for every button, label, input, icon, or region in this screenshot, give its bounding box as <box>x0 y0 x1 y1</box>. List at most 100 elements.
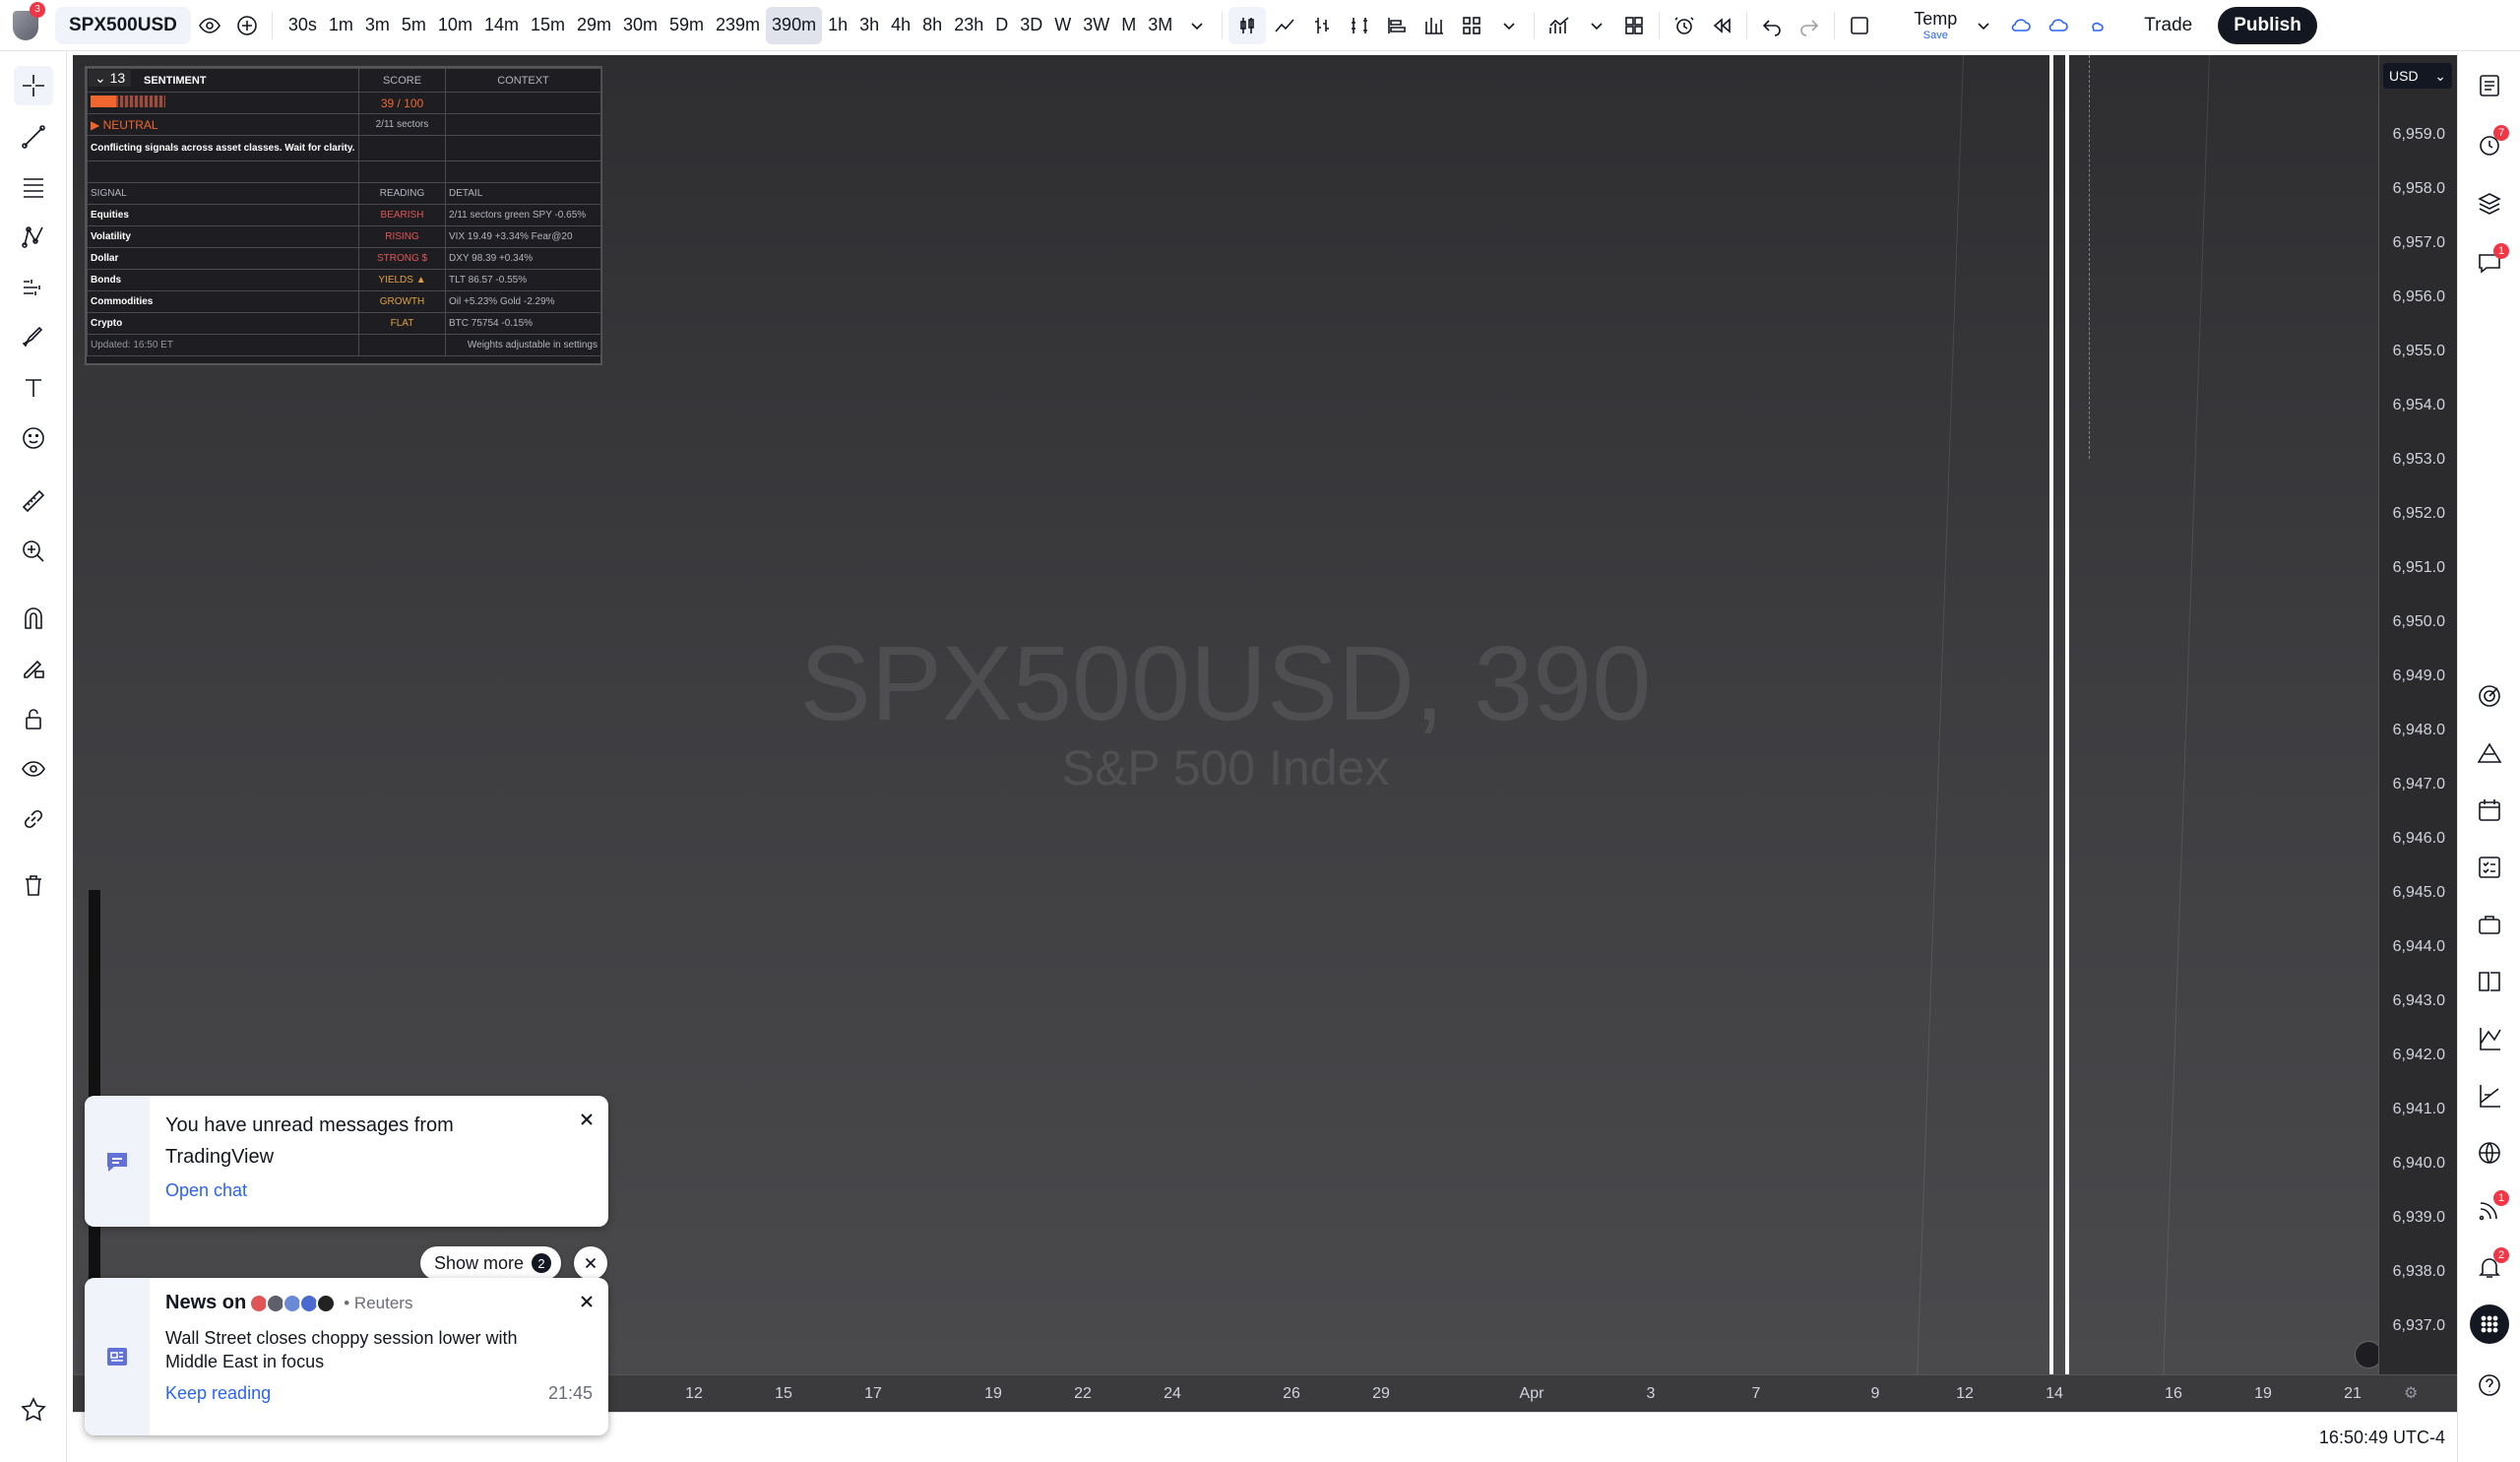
redo-button[interactable] <box>1791 7 1828 44</box>
hollow-candles-button[interactable] <box>1341 7 1378 44</box>
lock-tool[interactable] <box>14 699 53 738</box>
fullscreen-button[interactable] <box>1841 7 1878 44</box>
interval-59m[interactable]: 59m <box>663 7 710 44</box>
clock-readout[interactable]: 16:50:49 UTC-4 <box>2319 1428 2445 1448</box>
indicators-dropdown-button[interactable] <box>1578 7 1615 44</box>
chat-notification[interactable]: You have unread messages from TradingVie… <box>85 1096 608 1227</box>
symbol-search-button[interactable]: SPX500USD <box>55 6 191 44</box>
undo-button[interactable] <box>1753 7 1791 44</box>
publish-button[interactable]: Publish <box>2218 6 2317 44</box>
interval-M[interactable]: M <box>1115 7 1142 44</box>
notifications-button[interactable]: 2 <box>2470 1247 2509 1287</box>
ideas-button[interactable] <box>2470 733 2509 773</box>
interval-4h[interactable]: 4h <box>885 7 916 44</box>
link-tool[interactable] <box>14 799 53 839</box>
interval-W[interactable]: W <box>1048 7 1077 44</box>
interval-1h[interactable]: 1h <box>822 7 853 44</box>
interval-3m[interactable]: 3m <box>359 7 396 44</box>
prediction-tool[interactable] <box>14 268 53 307</box>
dashed-vertical-line[interactable] <box>2089 55 2090 459</box>
open-chat-link[interactable]: Open chat <box>165 1180 593 1201</box>
cloud-button-2[interactable] <box>2040 7 2077 44</box>
object-tree-button[interactable] <box>2470 184 2509 223</box>
profile-logo-button[interactable]: 3 <box>0 0 51 51</box>
close-icon[interactable] <box>577 1292 597 1311</box>
interval-1m[interactable]: 1m <box>323 7 359 44</box>
sentiment-table[interactable]: SENTIMENT SCORE CONTEXT 39 / 100 ▶ NEUTR… <box>85 66 602 365</box>
watchlist-add-button[interactable] <box>191 7 228 44</box>
screener-button[interactable] <box>2470 848 2509 887</box>
trade-button[interactable]: Trade <box>2134 15 2202 36</box>
remove-drawings-tool[interactable] <box>14 865 53 905</box>
indicator-collapse-button[interactable]: ⌄ 13 <box>89 70 132 87</box>
news-notification[interactable]: News on • Reuters Wall Street closes cho… <box>85 1278 608 1435</box>
alert-button[interactable] <box>1666 7 1703 44</box>
interval-23h[interactable]: 23h <box>948 7 989 44</box>
cloud-button-3[interactable] <box>2077 7 2114 44</box>
stay-drawing-tool[interactable] <box>14 649 53 688</box>
indicators-button[interactable] <box>1541 7 1578 44</box>
text-tool[interactable] <box>14 368 53 408</box>
grid-button[interactable] <box>1416 7 1453 44</box>
keep-reading-link[interactable]: Keep reading <box>165 1383 271 1404</box>
interval-3h[interactable]: 3h <box>853 7 885 44</box>
interval-D[interactable]: D <box>989 7 1014 44</box>
target-button[interactable] <box>2470 676 2509 716</box>
interval-dropdown-button[interactable] <box>1178 7 1216 44</box>
trendline-tool[interactable] <box>14 117 53 157</box>
close-icon[interactable] <box>577 1110 597 1129</box>
interval-3D[interactable]: 3D <box>1014 7 1048 44</box>
cloud-button-1[interactable] <box>2002 7 2040 44</box>
currency-selector[interactable]: USD ⌄ <box>2383 63 2452 89</box>
quick-action-icon[interactable] <box>2355 1341 2378 1368</box>
interval-3M[interactable]: 3M <box>1142 7 1178 44</box>
interval-15m[interactable]: 15m <box>525 7 571 44</box>
data-window-button[interactable] <box>2470 962 2509 1001</box>
heatmap-button[interactable] <box>1453 7 1490 44</box>
watchlist-button[interactable] <box>2470 66 2509 105</box>
more-styles-button[interactable] <box>1490 7 1528 44</box>
layout-dropdown-button[interactable] <box>1965 7 2002 44</box>
interval-30m[interactable]: 30m <box>617 7 663 44</box>
interval-239m[interactable]: 239m <box>710 7 766 44</box>
apps-button[interactable] <box>2470 1304 2509 1344</box>
bar-style-button[interactable] <box>1303 7 1341 44</box>
interval-3W[interactable]: 3W <box>1077 7 1115 44</box>
line-style-button[interactable] <box>1266 7 1303 44</box>
layout-name-button[interactable]: Temp Save <box>1906 9 1965 41</box>
interval-14m[interactable]: 14m <box>478 7 525 44</box>
compare-symbol-button[interactable] <box>228 7 266 44</box>
interval-5m[interactable]: 5m <box>396 7 432 44</box>
emoji-tool[interactable] <box>14 418 53 458</box>
interval-29m[interactable]: 29m <box>571 7 617 44</box>
brush-tool[interactable] <box>14 318 53 357</box>
crosshair-tool[interactable] <box>14 66 53 105</box>
interval-8h[interactable]: 8h <box>916 7 948 44</box>
strategy-tester-button[interactable] <box>2470 1076 2509 1115</box>
show-more-button[interactable]: Show more 2 <box>420 1246 562 1280</box>
zoom-tool[interactable] <box>14 532 53 571</box>
hide-tool[interactable] <box>14 749 53 789</box>
magnet-tool[interactable] <box>14 599 53 638</box>
close-all-notifications-button[interactable] <box>574 1246 607 1280</box>
vertical-line-2[interactable] <box>2065 55 2069 1374</box>
interval-390m[interactable]: 390m <box>766 6 823 44</box>
interval-10m[interactable]: 10m <box>432 7 478 44</box>
calendar-button[interactable] <box>2470 791 2509 830</box>
layouts-button[interactable] <box>1615 7 1653 44</box>
ruler-tool[interactable] <box>14 481 53 521</box>
pine-editor-button[interactable] <box>2470 1019 2509 1058</box>
align-left-button[interactable] <box>1378 7 1416 44</box>
news-headline[interactable]: Wall Street closes choppy session lower … <box>165 1326 569 1373</box>
favorites-tool[interactable] <box>14 1390 53 1430</box>
candles-style-button[interactable] <box>1228 6 1267 44</box>
vertical-line-1[interactable] <box>2049 55 2053 1374</box>
chats-button[interactable]: 1 <box>2470 243 2509 283</box>
alerts-button[interactable]: 7 <box>2470 125 2509 164</box>
fib-tool[interactable] <box>14 167 53 207</box>
pattern-tool[interactable] <box>14 218 53 257</box>
axis-settings-icon[interactable]: ⚙ <box>2404 1383 2418 1403</box>
price-axis[interactable]: USD ⌄ 6,959.0 6,958.0 6,957.0 6,956.0 6,955.… <box>2378 55 2457 1374</box>
news-feed-button[interactable]: 1 <box>2470 1190 2509 1230</box>
replay-button[interactable] <box>1703 7 1740 44</box>
